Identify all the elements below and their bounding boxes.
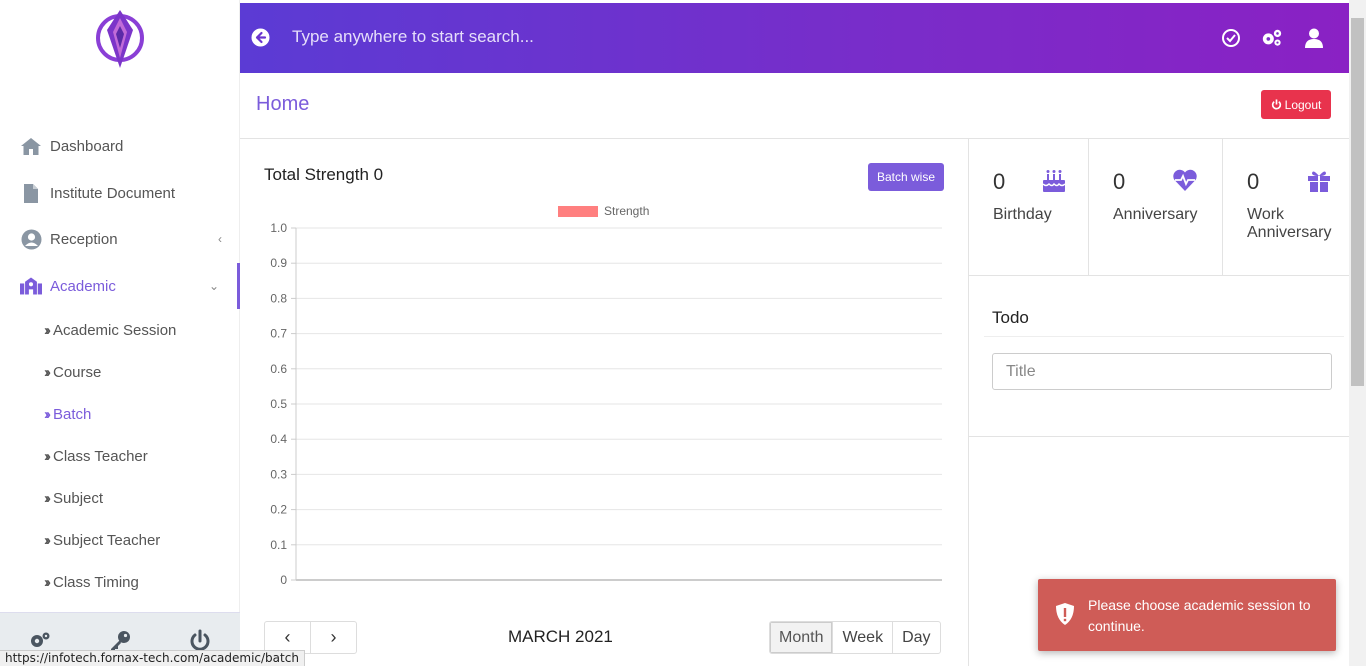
user-circle-icon <box>20 228 42 250</box>
anniversary-label: Anniversary <box>1113 206 1198 223</box>
work-anniversary-count: 0 <box>1247 169 1260 194</box>
shield-alert-icon <box>1056 603 1074 625</box>
chevron-left-icon: ‹ <box>218 232 222 246</box>
tab-month[interactable]: Month <box>770 622 834 653</box>
double-chevron-icon: ›› <box>44 363 51 381</box>
double-chevron-icon: ›› <box>44 489 51 507</box>
y-tick-label: 0.2 <box>270 503 287 517</box>
check-circle-icon[interactable] <box>1220 27 1242 49</box>
tab-day[interactable]: Day <box>893 622 939 653</box>
todo-title-input[interactable]: Title <box>992 353 1332 390</box>
sub-item-label: Class Teacher <box>53 447 148 465</box>
work-anniversary-label: Work Anniversary <box>1247 206 1332 241</box>
y-tick-label: 0 <box>280 573 287 587</box>
search-input[interactable]: Type anywhere to start search... <box>292 27 534 47</box>
scrollbar-thumb[interactable] <box>1351 18 1364 386</box>
double-chevron-icon: ›› <box>44 531 51 549</box>
double-chevron-icon: ›› <box>44 573 51 591</box>
strength-chart: Strength 1.0 0.9 0.8 0.7 0.6 0.5 0.4 0.3 0.2 0.1 0 <box>270 204 942 587</box>
sidebar-item-label: Academic <box>50 277 116 295</box>
sidebar-sub-class-teacher[interactable]: ›› Class Teacher <box>44 444 148 468</box>
birthday-count: 0 <box>993 169 1006 194</box>
sidebar-sub-course[interactable]: ›› Course <box>44 360 101 384</box>
double-chevron-icon: ›› <box>44 321 51 339</box>
sidebar-sub-batch[interactable]: ›› Batch <box>44 402 91 426</box>
y-tick-label: 0.7 <box>270 327 287 341</box>
birthday-label: Birthday <box>993 206 1052 223</box>
page-title: Home <box>256 93 310 115</box>
double-chevron-icon: ›› <box>44 447 51 465</box>
school-icon <box>20 275 42 297</box>
user-icon[interactable] <box>1303 27 1325 49</box>
error-toast[interactable]: Please choose academic session to contin… <box>1038 579 1336 651</box>
gift-icon <box>1308 171 1330 192</box>
sidebar-sub-subject[interactable]: ›› Subject <box>44 486 103 510</box>
sub-item-label: Batch <box>53 405 92 423</box>
sidebar-sub-subject-teacher[interactable]: ›› Subject Teacher <box>44 528 160 552</box>
document-icon <box>20 182 42 204</box>
heartbeat-icon <box>1173 169 1197 191</box>
anniversary-card: 0 Anniversary <box>1089 139 1223 276</box>
chart-panel: Total Strength 0 Batch wise Strength 1.0 0… <box>240 139 969 666</box>
sub-item-label: Course <box>53 363 102 381</box>
y-tick-label: 0.5 <box>270 397 287 411</box>
sub-item-label: Subject <box>53 489 104 507</box>
toast-message: Please choose academic session to contin… <box>1088 597 1311 634</box>
y-tick-label: 0.3 <box>270 467 287 481</box>
calendar-view-tabs: Month Week Day <box>769 621 941 654</box>
back-arrow-icon[interactable] <box>251 28 270 47</box>
top-header: Type anywhere to start search... <box>240 3 1349 73</box>
sidebar-sub-academic-session[interactable]: ›› Academic Session <box>44 318 176 342</box>
chart-title: Total Strength 0 <box>264 165 384 184</box>
birthday-card: 0 Birthday <box>969 139 1089 276</box>
legend-label: Strength <box>604 204 649 218</box>
divider <box>969 436 1349 437</box>
cogs-icon[interactable] <box>1261 27 1283 49</box>
status-bar-url: https://infotech.fornax-tech.com/academi… <box>0 650 305 666</box>
sidebar-sub-class-timing[interactable]: ›› Class Timing <box>44 570 139 594</box>
home-icon <box>20 135 42 157</box>
prev-month-button[interactable]: ‹ <box>265 622 311 653</box>
sidebar-item-label: Reception <box>50 230 118 248</box>
y-tick-label: 0.1 <box>270 538 287 552</box>
y-tick-label: 0.4 <box>270 432 287 446</box>
sidebar-item-reception[interactable]: Reception ‹ <box>0 216 240 262</box>
logo[interactable] <box>93 8 147 70</box>
tab-week[interactable]: Week <box>833 622 894 653</box>
cake-icon <box>1042 170 1066 192</box>
divider <box>984 336 1344 337</box>
y-tick-label: 0.8 <box>270 291 287 305</box>
sidebar-item-academic[interactable]: Academic ⌄ <box>0 263 240 309</box>
sub-item-label: Academic Session <box>53 321 177 339</box>
y-tick-label: 0.6 <box>270 362 287 376</box>
sidebar-item-label: Institute Document <box>50 184 176 202</box>
chevron-down-icon: ⌄ <box>208 279 219 293</box>
sidebar-item-label: Dashboard <box>50 137 124 155</box>
sidebar-item-dashboard[interactable]: Dashboard <box>0 123 240 169</box>
legend-swatch <box>558 206 598 217</box>
next-month-button[interactable]: › <box>311 622 356 653</box>
logout-button[interactable]: Logout <box>1261 90 1331 119</box>
todo-title: Todo <box>992 308 1029 327</box>
work-anniversary-card: 0 Work Anniversary <box>1223 139 1349 276</box>
batch-wise-button[interactable]: Batch wise <box>868 163 944 191</box>
y-tick-label: 0.9 <box>270 256 287 270</box>
double-chevron-icon: ›› <box>44 405 51 423</box>
y-tick-label: 1.0 <box>270 221 287 235</box>
calendar-month-label: MARCH 2021 <box>508 627 613 646</box>
sidebar: Dashboard Institute Document Reception ‹… <box>0 0 240 666</box>
sub-item-label: Subject Teacher <box>53 531 161 549</box>
sidebar-item-institute-document[interactable]: Institute Document <box>0 170 240 216</box>
anniversary-count: 0 <box>1113 169 1126 194</box>
sub-item-label: Class Timing <box>53 573 139 591</box>
logout-label: Logout <box>1284 97 1322 112</box>
page-scrollbar[interactable] <box>1349 0 1366 666</box>
power-icon <box>1271 99 1281 110</box>
page-header: Home Logout <box>240 73 1349 139</box>
